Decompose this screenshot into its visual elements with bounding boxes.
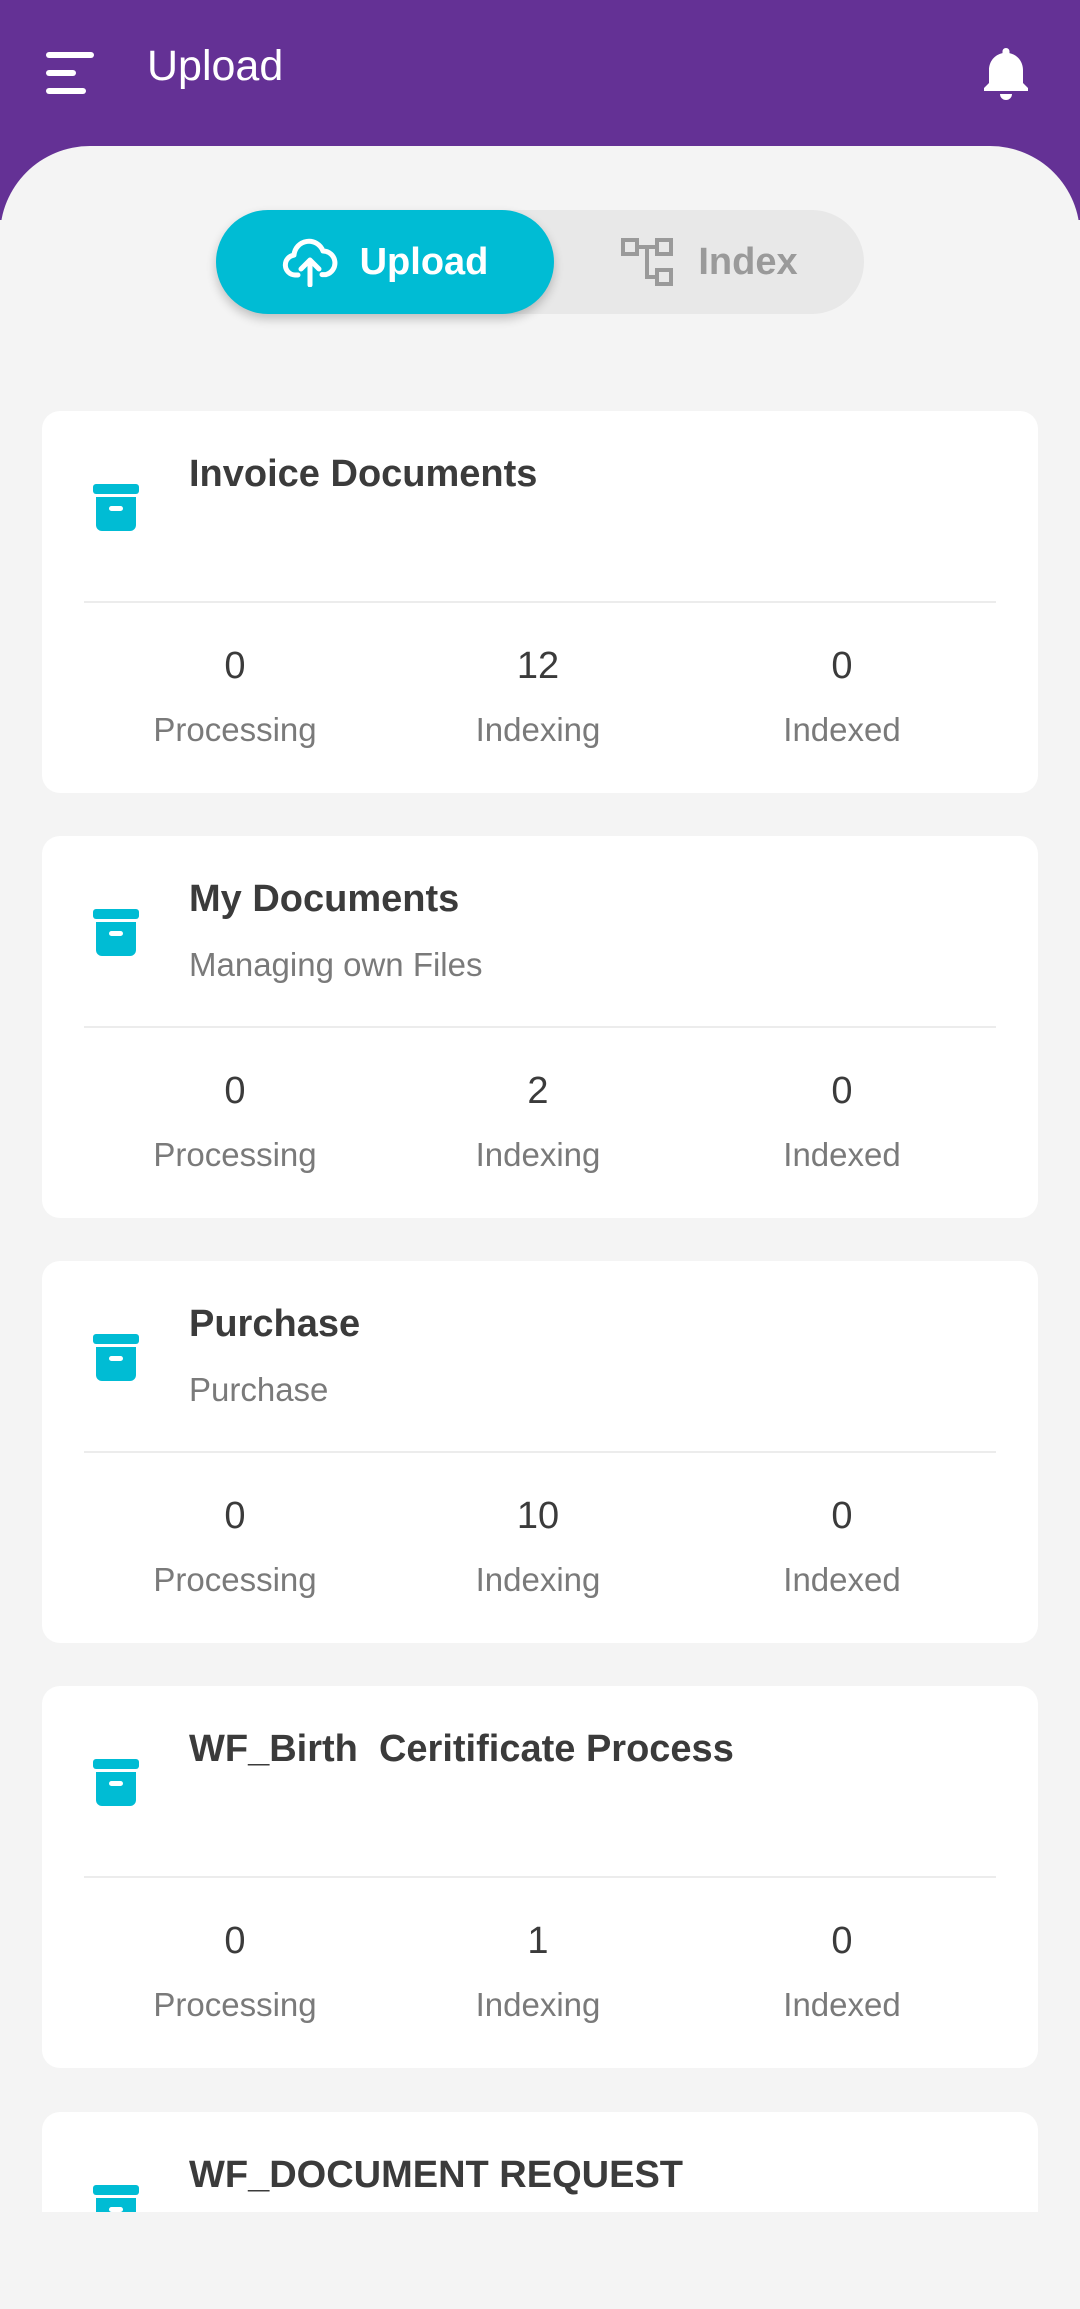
card-title: My Documents bbox=[189, 878, 460, 920]
processing-count: 0 bbox=[224, 1920, 246, 1962]
stat-indexed: 0 Indexed bbox=[692, 1072, 992, 1171]
document-card[interactable]: Purchase Purchase 0 Processing 10 Indexi… bbox=[42, 1261, 1038, 1643]
indexing-label: Indexing bbox=[475, 1986, 601, 2023]
stat-processing: 0 Processing bbox=[85, 1922, 385, 2021]
sitemap-icon bbox=[621, 238, 674, 286]
stat-processing: 0 Processing bbox=[85, 1497, 385, 1596]
indexing-label: Indexing bbox=[475, 1561, 601, 1598]
processing-label: Processing bbox=[153, 1561, 317, 1598]
document-card[interactable]: Invoice Documents 0 Processing 12 Indexi… bbox=[42, 411, 1038, 793]
indexing-count: 10 bbox=[516, 1495, 560, 1537]
stat-indexed: 0 Indexed bbox=[692, 1922, 992, 2021]
card-divider bbox=[84, 1026, 996, 1028]
archive-icon bbox=[93, 909, 139, 956]
tab-upload[interactable]: Upload bbox=[216, 210, 554, 314]
processing-label: Processing bbox=[153, 1136, 317, 1173]
document-card[interactable]: My Documents Managing own Files 0 Proces… bbox=[42, 836, 1038, 1218]
main-content: Upload Index Invoice Documents 0 Process… bbox=[0, 146, 1080, 2309]
stat-indexed: 0 Indexed bbox=[692, 647, 992, 746]
indexed-count: 0 bbox=[831, 1495, 853, 1537]
processing-count: 0 bbox=[224, 1070, 246, 1112]
indexed-label: Indexed bbox=[783, 1561, 901, 1598]
upload-index-toggle: Upload Index bbox=[216, 210, 864, 314]
archive-icon bbox=[93, 1759, 139, 1806]
tab-index[interactable]: Index bbox=[554, 210, 864, 314]
card-title: Purchase bbox=[189, 1303, 361, 1345]
indexed-count: 0 bbox=[831, 1920, 853, 1962]
processing-label: Processing bbox=[153, 1986, 317, 2023]
bell-icon[interactable] bbox=[980, 44, 1032, 102]
tab-upload-label: Upload bbox=[359, 240, 489, 283]
menu-icon[interactable] bbox=[46, 50, 96, 96]
archive-icon bbox=[93, 1334, 139, 1381]
archive-icon bbox=[93, 2185, 139, 2212]
stat-processing: 0 Processing bbox=[85, 647, 385, 746]
document-card[interactable]: WF_Birth Ceritificate Process 0 Processi… bbox=[42, 1686, 1038, 2068]
indexed-count: 0 bbox=[831, 645, 853, 687]
processing-count: 0 bbox=[224, 645, 246, 687]
stat-indexing: 1 Indexing bbox=[388, 1922, 688, 2021]
indexing-count: 1 bbox=[527, 1920, 549, 1962]
stat-processing: 0 Processing bbox=[85, 1072, 385, 1171]
indexed-label: Indexed bbox=[783, 711, 901, 748]
stat-indexing: 2 Indexing bbox=[388, 1072, 688, 1171]
stat-indexing: 12 Indexing bbox=[388, 647, 688, 746]
processing-count: 0 bbox=[224, 1495, 246, 1537]
card-divider bbox=[84, 601, 996, 603]
card-title: WF_DOCUMENT REQUEST bbox=[189, 2154, 683, 2196]
document-card[interactable]: WF_DOCUMENT REQUEST bbox=[42, 2112, 1038, 2212]
cloud-upload-icon bbox=[282, 238, 337, 287]
stat-indexing: 10 Indexing bbox=[388, 1497, 688, 1596]
card-subtitle: Purchase bbox=[189, 1371, 329, 1408]
processing-label: Processing bbox=[153, 711, 317, 748]
card-divider bbox=[84, 1451, 996, 1453]
indexing-count: 2 bbox=[527, 1070, 549, 1112]
card-title: WF_Birth Ceritificate Process bbox=[189, 1728, 734, 1770]
indexing-label: Indexing bbox=[475, 711, 601, 748]
archive-icon bbox=[93, 484, 139, 531]
indexed-label: Indexed bbox=[783, 1136, 901, 1173]
stat-indexed: 0 Indexed bbox=[692, 1497, 992, 1596]
tab-index-label: Index bbox=[698, 240, 798, 283]
card-subtitle: Managing own Files bbox=[189, 946, 483, 983]
indexing-label: Indexing bbox=[475, 1136, 601, 1173]
card-title: Invoice Documents bbox=[189, 453, 538, 495]
indexed-count: 0 bbox=[831, 1070, 853, 1112]
card-divider bbox=[84, 1876, 996, 1878]
indexed-label: Indexed bbox=[783, 1986, 901, 2023]
page-title: Upload bbox=[147, 42, 284, 90]
indexing-count: 12 bbox=[516, 645, 560, 687]
